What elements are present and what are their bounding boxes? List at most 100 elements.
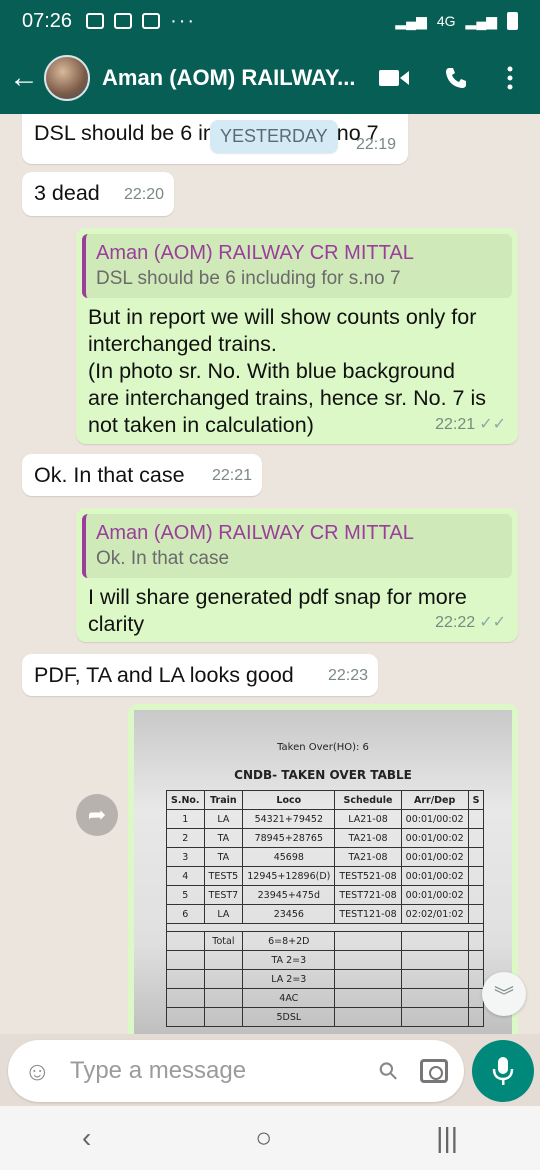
cell: TA (203, 847, 244, 867)
message-meta: 22:21 ✓✓ (435, 411, 506, 438)
message-time: 22:21 (211, 467, 252, 484)
battery-icon (507, 12, 518, 30)
message-incoming[interactable]: Ok. In that case 22:21 (22, 454, 262, 496)
cell: TA21-08 (334, 828, 402, 848)
table-row: 1 LA 54321+79452 LA21-08 00:01/00:02 (166, 809, 485, 829)
nav-recents-icon[interactable]: ||| (436, 1122, 458, 1154)
more-notifications: ··· (170, 9, 197, 32)
cell: 54321+79452 (242, 809, 336, 829)
linkedin-icon (142, 13, 161, 29)
photo-table: S.No. Train Loco Schedule Arr/Dep S 1 LA 5… (165, 790, 485, 1027)
cell (467, 950, 485, 970)
forward-icon[interactable]: ➦ (76, 794, 118, 836)
app-notification-icon (114, 13, 133, 29)
avatar[interactable] (44, 55, 90, 101)
cell: 00:01/00:02 (400, 885, 469, 905)
video-camera-icon[interactable] (376, 42, 412, 114)
message-incoming[interactable]: PDF, TA and LA looks good 22:23 (22, 654, 378, 696)
cell: LA (203, 809, 244, 829)
cell (400, 950, 469, 970)
cell: Total (203, 931, 244, 951)
arrow-left-icon[interactable]: ← (6, 61, 42, 95)
message-line: are interchanged trains, hence sr. No. 7… (88, 386, 486, 410)
message-text: Ok. In that case (34, 463, 185, 487)
gallery-icon (86, 13, 105, 29)
table-row: 5 TEST7 23945+475d TEST721-08 00:01/00:02 (166, 885, 485, 905)
more-vertical-icon[interactable] (496, 42, 524, 114)
cell: 12945+12896(D) (242, 866, 336, 886)
quote-author: Aman (AOM) RAILWAY CR MITTAL (96, 522, 414, 544)
status-bar: 07:26 ··· ▂▄▆ 4G ▂▄▆ (0, 0, 540, 42)
chat-header: ← Aman (AOM) RAILWAY... (0, 42, 540, 114)
nav-home-icon[interactable]: ○ (255, 1122, 272, 1154)
image-message[interactable]: Taken Over(HO): 6 CNDB- TAKEN OVER TABLE… (128, 704, 518, 1034)
cell: TEST521-08 (334, 866, 402, 886)
cell (334, 1007, 402, 1027)
cell: LA21-08 (334, 809, 402, 829)
cell: 00:01/00:02 (400, 866, 469, 886)
quoted-message[interactable]: Aman (AOM) RAILWAY CR MITTAL DSL should … (82, 234, 512, 298)
smiley-icon[interactable]: ☺ (24, 1056, 58, 1087)
cell (467, 904, 485, 924)
col-header: Arr/Dep (400, 790, 469, 810)
nav-back-icon[interactable]: ‹ (82, 1122, 91, 1154)
cell: TEST5 (203, 866, 244, 886)
message-time: 22:23 (327, 667, 368, 684)
cell (467, 931, 485, 951)
photo-subtitle: Taken Over(HO): 6 (277, 742, 369, 753)
camera-icon[interactable] (420, 1059, 448, 1083)
cell: 6=8+2D (242, 931, 336, 951)
table-row: 2 TA 78945+28765 TA21-08 00:01/00:02 (166, 828, 485, 848)
phone-icon[interactable] (440, 42, 472, 114)
message-outgoing[interactable]: Aman (AOM) RAILWAY CR MITTAL Ok. In that… (76, 508, 518, 642)
cell (166, 969, 205, 989)
network-type: 4G (436, 13, 456, 29)
chat-title[interactable]: Aman (AOM) RAILWAY... (102, 65, 362, 91)
summary-row: TA 2=3 (166, 950, 485, 970)
message-incoming[interactable]: 3 dead 22:20 (22, 172, 174, 216)
cell: LA 2=3 (242, 969, 336, 989)
col-header: S.No. (166, 790, 205, 810)
quoted-message[interactable]: Aman (AOM) RAILWAY CR MITTAL Ok. In that… (82, 514, 512, 578)
message-time: 22:21 (435, 416, 476, 433)
col-header: Train (203, 790, 244, 810)
message-composer: ☺ Type a message ⚲ (8, 1040, 464, 1102)
cell (400, 988, 469, 1008)
cell: 3 (166, 847, 205, 867)
microphone-icon[interactable] (472, 1040, 534, 1102)
cell (400, 969, 469, 989)
cell: 00:01/00:02 (400, 847, 469, 867)
cell (334, 950, 402, 970)
cell (400, 931, 469, 951)
col-header: Schedule (334, 790, 402, 810)
scroll-down-icon[interactable]: ︾ (482, 972, 526, 1016)
cell: LA (203, 904, 244, 924)
cell (166, 1007, 205, 1027)
photo-thumbnail[interactable]: Taken Over(HO): 6 CNDB- TAKEN OVER TABLE… (134, 710, 512, 1034)
message-list[interactable]: DSL should be 6 including for s.no 7 22:… (0, 114, 540, 1034)
cell (467, 969, 485, 989)
cell (467, 885, 485, 905)
message-line: But in report we will show counts only f… (88, 305, 477, 329)
cell (334, 969, 402, 989)
cell (203, 969, 244, 989)
cell (166, 988, 205, 1008)
cell: TA 2=3 (242, 950, 336, 970)
cell: 2 (166, 828, 205, 848)
notification-icons (86, 13, 161, 29)
message-input[interactable]: Type a message (70, 1057, 380, 1085)
signal-icon-2: ▂▄▆ (465, 12, 497, 29)
message-time: 22:20 (123, 186, 164, 203)
cell: 1 (166, 809, 205, 829)
message-text: PDF, TA and LA looks good (34, 663, 294, 687)
message-outgoing[interactable]: Aman (AOM) RAILWAY CR MITTAL DSL should … (76, 228, 518, 444)
summary-row: Total 6=8+2D (166, 931, 485, 951)
cell (334, 988, 402, 1008)
cell (467, 866, 485, 886)
system-icons: ▂▄▆ 4G ▂▄▆ (395, 12, 518, 30)
message-line: I will share generated pdf snap for more (88, 585, 467, 609)
cell (203, 950, 244, 970)
system-nav-bar: ‹ ○ ||| (0, 1106, 540, 1170)
cell (334, 931, 402, 951)
cell: TA21-08 (334, 847, 402, 867)
